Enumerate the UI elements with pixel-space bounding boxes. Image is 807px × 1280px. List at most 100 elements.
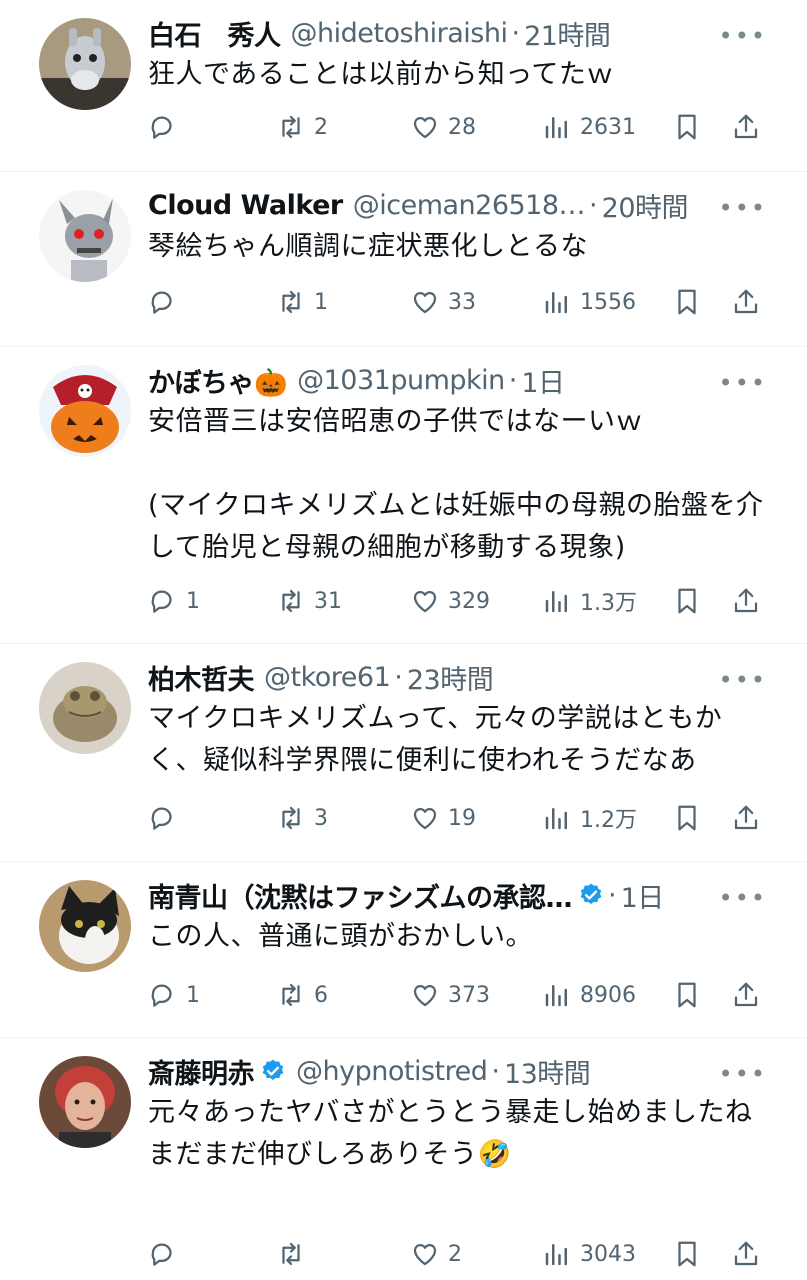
reply-icon bbox=[151, 291, 172, 314]
author-name[interactable]: 白石 秀人 bbox=[148, 14, 281, 53]
share-button[interactable] bbox=[731, 803, 761, 833]
author-handle[interactable]: @hypnotistred bbox=[296, 1056, 488, 1087]
share-icon bbox=[734, 982, 758, 1007]
more-options-icon[interactable]: ••• bbox=[719, 194, 767, 222]
reply-count: 1 bbox=[186, 982, 200, 1008]
more-options-icon[interactable]: ••• bbox=[719, 884, 767, 912]
avatar-pirate-pumpkin[interactable] bbox=[39, 365, 131, 457]
like-button[interactable]: 329 bbox=[410, 586, 490, 616]
views-button[interactable]: 3043 bbox=[542, 1239, 636, 1269]
avatar-person[interactable] bbox=[39, 1056, 131, 1148]
tweet-item[interactable]: かぼちゃ🎃 @1031pumpkin · 1日 ••• 安倍晋三は安倍昭恵の子供… bbox=[0, 347, 807, 644]
tweet-item[interactable]: 斎藤明赤 @hypnotistred · 13時間 ••• 元々あったヤバさがと… bbox=[0, 1038, 807, 1280]
tweet-item[interactable]: 白石 秀人 @hidetoshiraishi · 21時間 ••• 狂人であるこ… bbox=[0, 0, 807, 172]
tweet-item[interactable]: 柏木哲夫 @tkore61 · 23時間 ••• マイクロキメリズムって、元々の… bbox=[0, 644, 807, 862]
bookmark-icon bbox=[678, 1241, 696, 1267]
more-options-icon[interactable]: ••• bbox=[719, 666, 767, 694]
reply-button[interactable] bbox=[148, 803, 186, 833]
bookmark-icon bbox=[678, 982, 696, 1008]
views-button[interactable]: 1.3万 bbox=[542, 585, 637, 617]
bookmark-button[interactable] bbox=[672, 980, 702, 1010]
reply-button[interactable]: 1 bbox=[148, 586, 200, 616]
more-options-icon[interactable]: ••• bbox=[719, 1060, 767, 1088]
views-chart-icon bbox=[545, 985, 567, 1007]
reply-button[interactable] bbox=[148, 1239, 186, 1269]
views-chart-icon bbox=[545, 117, 567, 139]
bookmark-button[interactable] bbox=[672, 803, 702, 833]
retweet-count: 31 bbox=[314, 588, 342, 614]
tweet-text: 元々あったヤバさがとうとう暴走し始めましたね まだまだ伸びしろありそう🤣 bbox=[148, 1097, 753, 1170]
like-button[interactable]: 19 bbox=[410, 803, 476, 833]
like-count: 28 bbox=[448, 114, 476, 140]
tweet-text: マイクロキメリズムって、元々の学説はともかく、疑似科学界隈に便利に使われそうだな… bbox=[148, 703, 723, 776]
bookmark-icon bbox=[678, 289, 696, 315]
retweet-icon bbox=[282, 290, 300, 314]
reply-button[interactable]: 1 bbox=[148, 980, 200, 1010]
more-options-icon[interactable]: ••• bbox=[719, 369, 767, 397]
timestamp[interactable]: 23時間 bbox=[407, 658, 494, 697]
views-chart-icon bbox=[545, 591, 567, 613]
author-name[interactable]: 柏木哲夫 bbox=[148, 658, 255, 697]
bookmark-button[interactable] bbox=[672, 287, 702, 317]
author-handle[interactable]: @iceman26518… bbox=[353, 190, 586, 221]
author-handle[interactable]: @tkore61 bbox=[264, 662, 391, 693]
author-name[interactable]: 斎藤明赤 bbox=[148, 1052, 255, 1091]
like-count: 19 bbox=[448, 805, 476, 831]
avatar-donkey-robot[interactable] bbox=[39, 18, 131, 110]
more-options-icon[interactable]: ••• bbox=[719, 22, 767, 50]
retweet-icon bbox=[282, 1242, 300, 1266]
like-button[interactable]: 28 bbox=[410, 112, 476, 142]
bookmark-button[interactable] bbox=[672, 586, 702, 616]
like-button[interactable]: 373 bbox=[410, 980, 490, 1010]
timestamp[interactable]: 20時間 bbox=[602, 186, 689, 225]
author-handle[interactable]: @1031pumpkin bbox=[297, 365, 505, 396]
share-button[interactable] bbox=[731, 980, 761, 1010]
reply-button[interactable] bbox=[148, 287, 186, 317]
timestamp[interactable]: 13時間 bbox=[504, 1052, 591, 1091]
reply-icon bbox=[151, 116, 172, 139]
bookmark-button[interactable] bbox=[672, 1239, 702, 1269]
view-count: 1.2万 bbox=[580, 808, 637, 833]
retweet-button[interactable]: 3 bbox=[276, 803, 328, 833]
views-button[interactable]: 1.2万 bbox=[542, 802, 637, 834]
retweet-button[interactable]: 2 bbox=[276, 112, 328, 142]
timestamp[interactable]: 21時間 bbox=[524, 14, 611, 53]
reply-button[interactable] bbox=[148, 112, 186, 142]
share-button[interactable] bbox=[731, 586, 761, 616]
heart-icon bbox=[413, 590, 437, 613]
like-button[interactable]: 33 bbox=[410, 287, 476, 317]
views-button[interactable]: 1556 bbox=[542, 287, 636, 317]
share-button[interactable] bbox=[731, 112, 761, 142]
views-button[interactable]: 2631 bbox=[542, 112, 636, 142]
retweet-count: 3 bbox=[314, 805, 328, 831]
tweet-item[interactable]: Cloud Walker @iceman26518… · 20時間 ••• 琴絵… bbox=[0, 172, 807, 347]
author-name[interactable]: Cloud Walker bbox=[148, 190, 343, 221]
bookmark-button[interactable] bbox=[672, 112, 702, 142]
heart-icon bbox=[413, 291, 437, 314]
author-handle[interactable]: @hidetoshiraishi bbox=[291, 18, 508, 49]
like-button[interactable]: 2 bbox=[410, 1239, 462, 1269]
heart-icon bbox=[413, 984, 437, 1007]
tweet-text: 狂人であることは以前から知ってたｗ bbox=[148, 59, 614, 90]
retweet-button[interactable]: 31 bbox=[276, 586, 342, 616]
retweet-count: 6 bbox=[314, 982, 328, 1008]
timestamp[interactable]: 1日 bbox=[521, 361, 565, 400]
author-name[interactable]: かぼちゃ🎃 bbox=[148, 361, 288, 400]
separator: · bbox=[511, 17, 521, 49]
reply-icon bbox=[151, 984, 172, 1007]
views-button[interactable]: 8906 bbox=[542, 980, 636, 1010]
share-button[interactable] bbox=[731, 287, 761, 317]
share-icon bbox=[734, 114, 758, 139]
share-icon bbox=[734, 588, 758, 613]
timestamp[interactable]: 1日 bbox=[621, 876, 665, 915]
tweet-item[interactable]: 南青山（沈黙はファシズムの承認… · 1日 ••• この人、普通に頭がおかしい。… bbox=[0, 862, 807, 1038]
avatar-frog-statue[interactable] bbox=[39, 662, 131, 754]
retweet-button[interactable]: 1 bbox=[276, 287, 328, 317]
author-name[interactable]: 南青山（沈黙はファシズムの承認… bbox=[148, 876, 573, 915]
separator: · bbox=[608, 879, 617, 911]
avatar-robot[interactable] bbox=[39, 190, 131, 282]
share-button[interactable] bbox=[731, 1239, 761, 1269]
retweet-button[interactable]: 6 bbox=[276, 980, 328, 1010]
avatar-cat[interactable] bbox=[39, 880, 131, 972]
retweet-button[interactable] bbox=[276, 1239, 314, 1269]
